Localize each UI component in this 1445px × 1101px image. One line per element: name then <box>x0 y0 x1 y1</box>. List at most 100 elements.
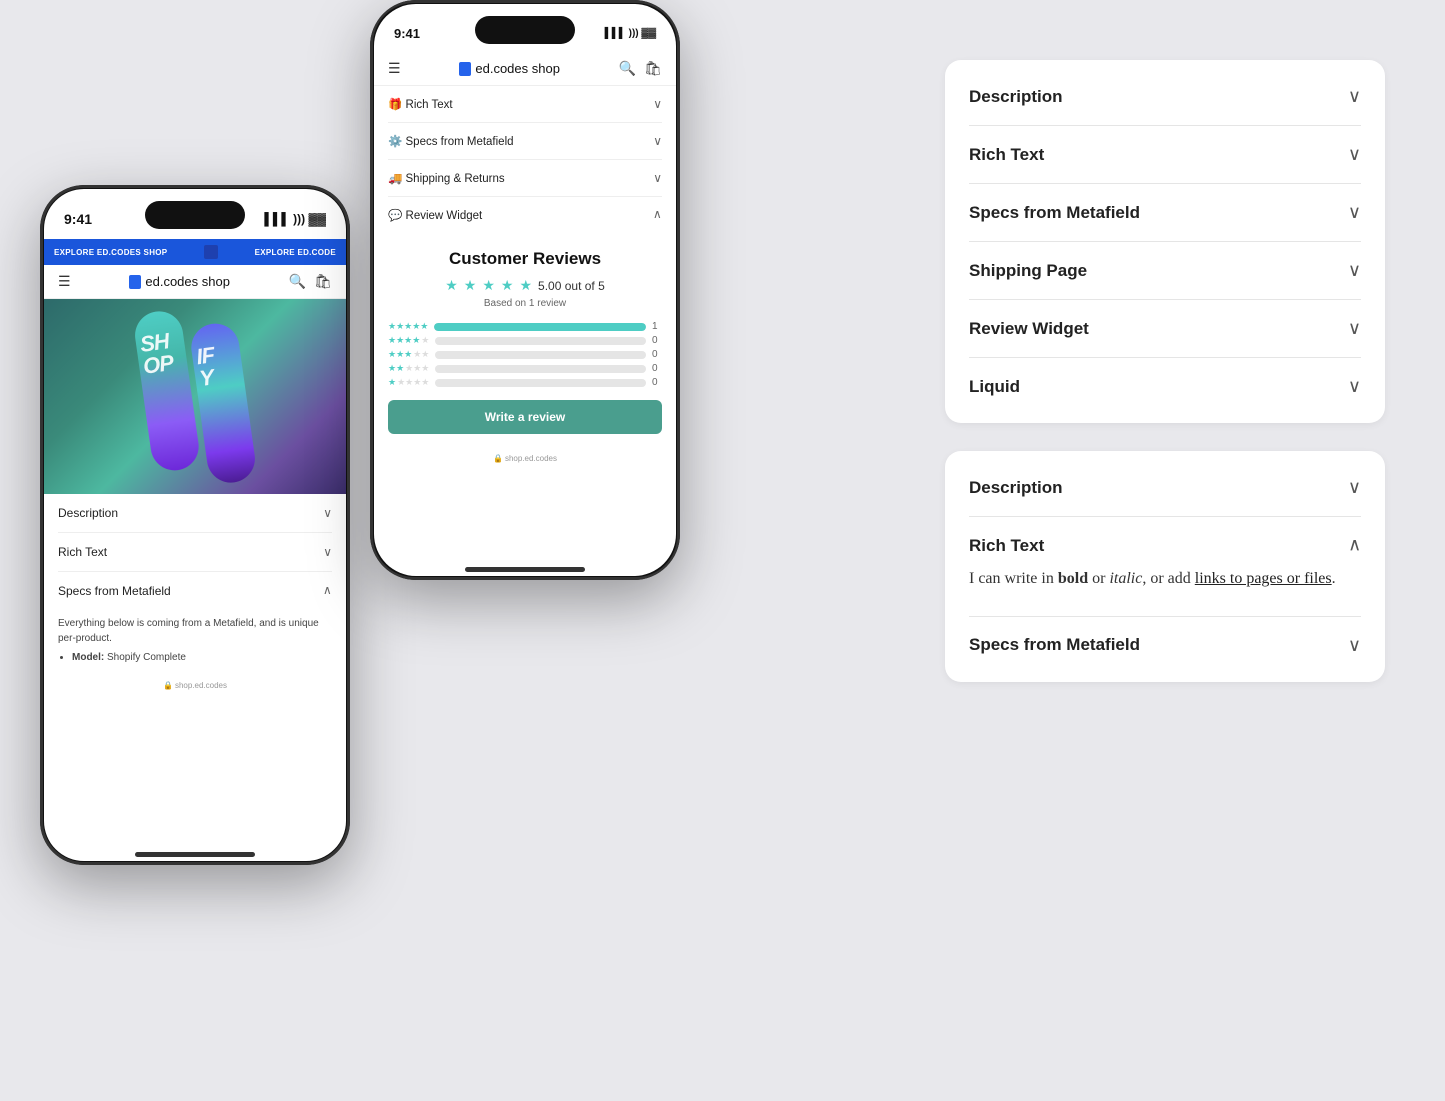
review-score: 5.00 out of 5 <box>538 279 605 293</box>
phone-logo: ed.codes shop <box>129 274 230 289</box>
status-icons-center: ▌▌▌ ))) ▓▓ <box>605 28 656 39</box>
search-icon[interactable]: 🔍 <box>289 273 306 290</box>
logo-suffix-2: shop <box>528 61 560 76</box>
review-stars-main: ★ ★ ★ ★ ★ 5.00 out of 5 <box>388 277 662 294</box>
logo-text: ed.codes shop <box>145 274 230 289</box>
accordion-card-1: Description ∨ Rich Text ∨ Specs from Met… <box>945 60 1385 423</box>
label-review-1: Review Widget <box>969 319 1089 339</box>
label-specs-1: Specs from Metafield <box>969 203 1140 223</box>
p2-chevron-specs: ∨ <box>653 134 662 148</box>
label-richtext-1: Rich Text <box>969 145 1044 165</box>
accordion-item-specs-1[interactable]: Specs from Metafield ∨ <box>969 184 1361 242</box>
star-2: ★ <box>464 277 477 294</box>
hamburger-icon-2[interactable]: ☰ <box>388 60 401 77</box>
bar-bg-3 <box>435 351 646 359</box>
snowboard-2: IFY <box>188 320 258 485</box>
accordion-card-2: Description ∨ Rich Text ∨ I can write in… <box>945 451 1385 682</box>
cart-icon-2[interactable]: 🛍 <box>644 60 662 77</box>
review-bar-5: ★★★★★ 1 <box>388 321 662 332</box>
chevron-description-1: ∨ <box>1348 86 1361 107</box>
richtext-body: I can write in bold or italic, or add li… <box>969 556 1336 598</box>
bar-stars-1: ★★★★★ <box>388 377 429 388</box>
snowboard-text-2: IFY <box>195 344 219 390</box>
accordion-label-specs: Specs from Metafield <box>58 584 171 598</box>
nav-icons: 🔍 🛍 <box>289 273 332 290</box>
bar-count-4: 0 <box>652 335 662 346</box>
chevron-specs-2: ∨ <box>1348 635 1361 656</box>
accordion-item-description[interactable]: Description ∨ <box>58 494 332 533</box>
status-time: 9:41 <box>64 211 92 227</box>
snowboard-1: SHOP <box>132 308 202 473</box>
body-mid: or <box>1088 570 1109 587</box>
bar-bg-2 <box>435 365 646 373</box>
logo-main: ed.codes <box>145 274 198 289</box>
label-description-1: Description <box>969 87 1063 107</box>
star-1: ★ <box>445 277 458 294</box>
p2-chevron-richtext: ∨ <box>653 97 662 111</box>
bar-count-1: 0 <box>652 377 662 388</box>
review-bar-2: ★★★★★ 0 <box>388 363 662 374</box>
bar-stars-5: ★★★★★ <box>388 321 428 332</box>
label-description-2: Description <box>969 478 1063 498</box>
explore-bar-right: EXPLORE ED.CODE <box>255 248 336 257</box>
accordion-item-shipping-1[interactable]: Shipping Page ∨ <box>969 242 1361 300</box>
review-bars: ★★★★★ 1 ★★★★★ <box>388 321 662 388</box>
p2-label-specs: ⚙️ Specs from Metafield <box>388 134 514 148</box>
hamburger-icon[interactable]: ☰ <box>58 273 71 290</box>
accordion-item-liquid-1[interactable]: Liquid ∨ <box>969 358 1361 415</box>
dynamic-island <box>145 201 245 229</box>
chevron-description: ∨ <box>323 506 332 520</box>
body-link[interactable]: links to pages or files <box>1195 570 1332 587</box>
review-bar-1: ★★★★★ 0 <box>388 377 662 388</box>
accordion-item-richtext[interactable]: Rich Text ∨ <box>58 533 332 572</box>
search-icon-2[interactable]: 🔍 <box>619 60 636 77</box>
p2-accordion-richtext[interactable]: 🎁 Rich Text ∨ <box>388 86 662 123</box>
p2-label-shipping: 🚚 Shipping & Returns <box>388 171 505 185</box>
bar-stars-2: ★★★★★ <box>388 363 429 374</box>
p2-chevron-shipping: ∨ <box>653 171 662 185</box>
phone-left: 9:41 ▌▌▌ ))) ▓▓ EXPLORE ED.CODES SHOP EX… <box>40 185 350 865</box>
chevron-review-1: ∨ <box>1348 318 1361 339</box>
cart-icon[interactable]: 🛍 <box>314 273 332 290</box>
phone2-bottom-bar: 🔒 shop.ed.codes <box>374 450 676 475</box>
label-richtext-2: Rich Text <box>969 536 1044 556</box>
bar-bg-4 <box>435 337 646 345</box>
accordion-body-specs: Everything below is coming from a Metafi… <box>58 610 332 677</box>
bar-bg-5 <box>434 323 646 331</box>
body-period: . <box>1332 570 1336 587</box>
accordion-item-specs-2[interactable]: Specs from Metafield ∨ <box>969 617 1361 674</box>
url-icon: 🔒 <box>163 681 173 690</box>
bar-stars-4: ★★★★★ <box>388 335 429 346</box>
phone-nav: ☰ ed.codes shop 🔍 🛍 <box>44 265 346 299</box>
accordion-item-richtext-1[interactable]: Rich Text ∨ <box>969 126 1361 184</box>
url-text: shop.ed.codes <box>175 681 227 690</box>
accordion-item-description-1[interactable]: Description ∨ <box>969 68 1361 126</box>
accordion-item-specs[interactable]: Specs from Metafield ∨ <box>58 572 332 610</box>
logo-blue-rect-2 <box>459 62 471 76</box>
url-icon-2: 🔒 <box>493 454 503 463</box>
p2-accordion-shipping[interactable]: 🚚 Shipping & Returns ∨ <box>388 160 662 197</box>
status-time-center: 9:41 <box>394 26 420 41</box>
star-3: ★ <box>482 277 495 294</box>
p2-label-richtext: 🎁 Rich Text <box>388 97 453 111</box>
snowboard-text-1: SHOP <box>139 330 175 378</box>
specs-body-text: Everything below is coming from a Metafi… <box>58 618 319 644</box>
p2-label-review: 💬 Review Widget <box>388 208 482 222</box>
p2-accordion-specs[interactable]: ⚙️ Specs from Metafield ∨ <box>388 123 662 160</box>
explore-bar-dot <box>204 245 218 259</box>
url-text-2: shop.ed.codes <box>505 454 557 463</box>
label-shipping-1: Shipping Page <box>969 261 1087 281</box>
p2-accordion-review[interactable]: 💬 Review Widget ∨ <box>388 197 662 233</box>
review-bar-4: ★★★★★ 0 <box>388 335 662 346</box>
write-review-button[interactable]: Write a review <box>388 400 662 434</box>
explore-bar: EXPLORE ED.CODES SHOP EXPLORE ED.CODE <box>44 239 346 265</box>
accordion-item-richtext-2[interactable]: Rich Text ∨ I can write in bold or itali… <box>969 517 1361 617</box>
phone2-nav: ☰ ed.codes shop 🔍 🛍 <box>374 52 676 86</box>
chevron-shipping-1: ∨ <box>1348 260 1361 281</box>
right-panel: Description ∨ Rich Text ∨ Specs from Met… <box>945 60 1385 682</box>
accordion-item-review-1[interactable]: Review Widget ∨ <box>969 300 1361 358</box>
accordion-item-description-2[interactable]: Description ∨ <box>969 459 1361 517</box>
accordion-label-description: Description <box>58 506 118 520</box>
chevron-specs: ∨ <box>323 584 332 598</box>
snowboard-shapes: SHOP IFY <box>132 300 258 492</box>
